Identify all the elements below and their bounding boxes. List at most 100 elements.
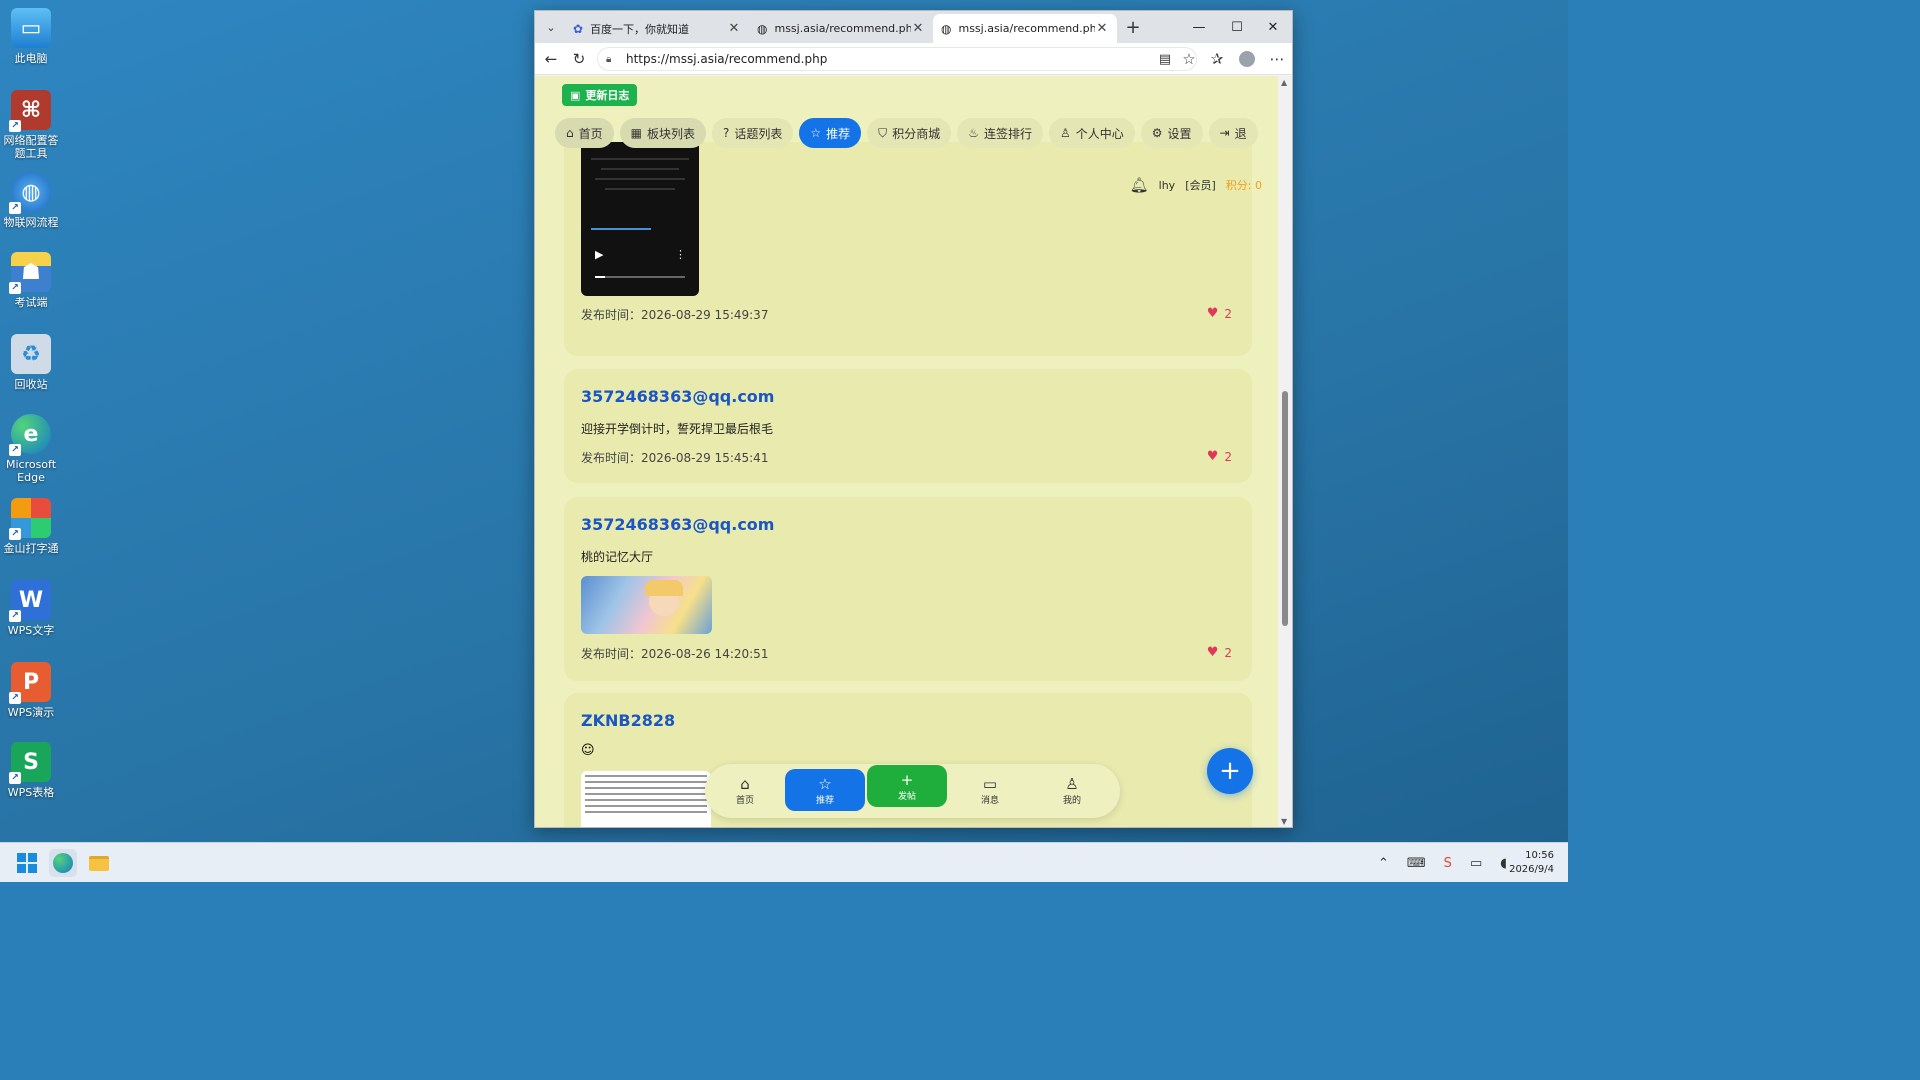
- bell-icon[interactable]: 🔔︎: [1130, 176, 1149, 194]
- gear-icon: ⚙: [1151, 126, 1163, 140]
- desktop-icon-wps-writer[interactable]: W ↗ WPS文字: [0, 580, 62, 637]
- post-image[interactable]: [581, 576, 712, 634]
- desktop-icon-network-tool[interactable]: ⌘ ↗ 网络配置答题工具: [0, 90, 62, 160]
- tab-recommend-active[interactable]: ◍ mssj.asia/recommend.php ✕: [933, 14, 1117, 43]
- reading-view-icon[interactable]: ▤: [1153, 47, 1177, 71]
- page-scrollbar[interactable]: ▲ ▼: [1278, 76, 1292, 827]
- desktop-icon-typing[interactable]: ↗ 金山打字通: [0, 498, 62, 555]
- like-button[interactable]: ♥ 2: [1207, 306, 1232, 321]
- tab-baidu[interactable]: ✿ 百度一下，你就知道 ✕: [565, 14, 749, 43]
- scroll-up-icon[interactable]: ▲: [1281, 78, 1287, 87]
- desktop-icon-wps-presentation[interactable]: P ↗ WPS演示: [0, 662, 62, 719]
- bottom-nav-messages[interactable]: ▭ 消息: [950, 769, 1030, 811]
- folder-icon: [89, 855, 109, 871]
- user-status: 🔔︎ lhy [会员] 积分: 0: [1130, 176, 1262, 194]
- user-icon: ♙: [1059, 126, 1071, 140]
- nav-label: 退: [1234, 126, 1247, 141]
- nav-profile[interactable]: ♙ 个人中心: [1048, 118, 1135, 148]
- new-post-fab[interactable]: +: [1207, 748, 1253, 794]
- more-vertical-icon[interactable]: ⋮: [675, 248, 686, 261]
- desktop-icon-edge[interactable]: e ↗ Microsoft Edge: [0, 414, 62, 484]
- nav-streak-ranking[interactable]: ♨ 连签排行: [957, 118, 1043, 148]
- profile-avatar[interactable]: [1235, 47, 1259, 71]
- nav-settings[interactable]: ⚙ 设置: [1140, 118, 1203, 148]
- post-author[interactable]: 3572468363@qq.com: [581, 387, 774, 406]
- post-author[interactable]: 3572468363@qq.com: [581, 515, 774, 534]
- desktop-icon-wps-spreadsheet[interactable]: S ↗ WPS表格: [0, 742, 62, 799]
- desktop-icon-this-pc[interactable]: ▭ 此电脑: [0, 8, 62, 65]
- desktop-icon-exam-client[interactable]: ☗ ↗ 考试端: [0, 252, 62, 309]
- nav-points-mall[interactable]: ⛉ 积分商城: [867, 118, 952, 148]
- home-icon: ⌂: [740, 774, 750, 793]
- tab-title: mssj.asia/recommend.php: [958, 22, 1095, 35]
- taskbar-edge[interactable]: [49, 849, 77, 877]
- back-button[interactable]: ←: [539, 47, 563, 71]
- post-text-image[interactable]: [581, 771, 711, 827]
- nav-boards[interactable]: ▦ 板块列表: [619, 118, 706, 148]
- shortcut-arrow-icon: ↗: [9, 444, 21, 456]
- wps-tray-icon[interactable]: S: [1444, 856, 1452, 871]
- input-method-icon[interactable]: ⌨: [1407, 856, 1426, 871]
- post-video[interactable]: ▶ ⋮: [581, 142, 699, 296]
- url-text: https://mssj.asia/recommend.php: [626, 52, 828, 66]
- nav-home[interactable]: ⌂ 首页: [555, 118, 614, 148]
- bottom-nav-mine[interactable]: ♙ 我的: [1032, 769, 1112, 811]
- address-bar[interactable]: 🔒︎ https://mssj.asia/recommend.php: [597, 47, 1197, 71]
- scroll-thumb[interactable]: [1282, 391, 1288, 626]
- close-icon[interactable]: ✕: [727, 21, 741, 36]
- question-icon: ?: [723, 126, 730, 140]
- post-card: 3572468363@qq.com 迎接开学倒计时，誓死捍卫最后根毛 发布时间：…: [564, 369, 1252, 483]
- changelog-button[interactable]: ▣ 更新日志: [562, 84, 638, 106]
- baidu-paw-icon: ✿: [573, 21, 584, 36]
- close-icon[interactable]: ✕: [911, 21, 925, 36]
- desktop-icon-label: 网络配置答题工具: [3, 134, 59, 160]
- more-menu-icon[interactable]: ⋯: [1265, 47, 1289, 71]
- wps-presentation-icon: P ↗: [9, 662, 51, 704]
- clock-time: 10:56: [1525, 850, 1554, 861]
- emoji-icon: ☺: [581, 743, 595, 758]
- home-icon: ⌂: [566, 126, 574, 140]
- close-window-button[interactable]: ✕: [1255, 11, 1291, 43]
- desktop-icon-label: Microsoft Edge: [5, 458, 57, 484]
- desktop-icon-iot-flow[interactable]: ◍ ↗ 物联网流程: [0, 172, 62, 229]
- nav-label: 推荐: [826, 126, 851, 141]
- chevron-up-icon[interactable]: ⌃: [1378, 856, 1389, 871]
- favorites-icon[interactable]: ✰: [1205, 47, 1229, 71]
- favorite-star-icon[interactable]: ☆: [1177, 47, 1201, 71]
- like-button[interactable]: ♥ 2: [1207, 645, 1232, 660]
- desktop-icon-recycle-bin[interactable]: ♻ 回收站: [0, 334, 62, 391]
- bottom-nav-post[interactable]: + 发帖: [867, 765, 947, 807]
- shortcut-arrow-icon: ↗: [9, 202, 21, 214]
- post-time: 发布时间：2026-08-29 15:49:37: [581, 308, 769, 322]
- tab-title: 百度一下，你就知道: [590, 22, 690, 36]
- like-count: 2: [1224, 306, 1232, 321]
- taskbar-file-explorer[interactable]: [85, 849, 113, 877]
- scroll-down-icon[interactable]: ▼: [1281, 817, 1287, 826]
- maximize-button[interactable]: ☐: [1219, 11, 1255, 43]
- tab-list-dropdown-icon[interactable]: ⌄: [539, 15, 563, 39]
- post-author[interactable]: ZKNB2828: [581, 711, 675, 730]
- minimize-button[interactable]: —: [1181, 11, 1217, 43]
- taskbar-clock[interactable]: 10:56 2026/9/4: [1509, 849, 1554, 877]
- star-icon: ☆: [818, 774, 832, 793]
- wps-writer-icon: W ↗: [9, 580, 51, 622]
- like-button[interactable]: ♥ 2: [1207, 449, 1232, 464]
- tab-recommend-1[interactable]: ◍ mssj.asia/recommend.php ✕: [749, 14, 933, 43]
- bottom-nav-home[interactable]: ⌂ 首页: [705, 769, 785, 811]
- start-button[interactable]: [13, 849, 41, 877]
- refresh-button[interactable]: ↻: [567, 47, 591, 71]
- new-tab-button[interactable]: +: [1121, 15, 1145, 39]
- nav-recommend[interactable]: ☆ 推荐: [799, 118, 862, 148]
- nav-logout[interactable]: ⇥ 退: [1208, 118, 1258, 148]
- typing-icon: ↗: [9, 498, 51, 540]
- play-icon[interactable]: ▶: [595, 248, 603, 261]
- clock-date: 2026/9/4: [1509, 864, 1554, 875]
- system-tray: ⌃ ⌨ S ▭ ◖: [1378, 843, 1507, 883]
- network-icon[interactable]: ▭: [1470, 856, 1482, 871]
- fire-icon: ♨: [968, 126, 979, 140]
- user-icon: ♙: [1065, 774, 1079, 793]
- bottom-nav-recommend[interactable]: ☆ 推荐: [785, 769, 865, 811]
- volume-icon[interactable]: ◖: [1500, 856, 1507, 871]
- nav-topics[interactable]: ? 话题列表: [712, 118, 794, 148]
- close-icon[interactable]: ✕: [1095, 21, 1109, 36]
